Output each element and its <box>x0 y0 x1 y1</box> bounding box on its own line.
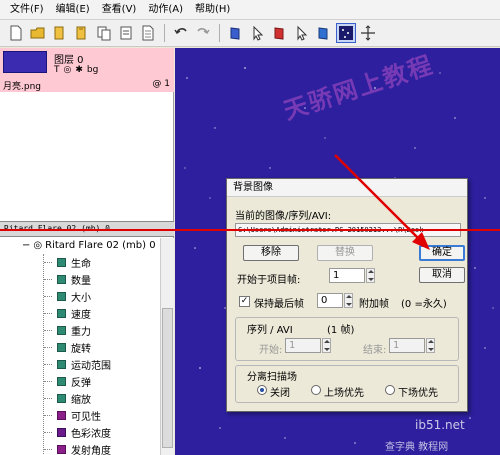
property-icon <box>57 445 66 454</box>
sequence-label: 序列 / AVI <box>247 325 293 336</box>
cancel-button[interactable]: 取消 <box>419 267 465 283</box>
field-separation-label: 分离扫描场 <box>247 372 297 383</box>
property-icon <box>57 326 66 335</box>
annotation-arrow <box>334 154 430 250</box>
tree-item[interactable]: 数量 <box>44 272 91 287</box>
menu-help[interactable]: 帮助(H) <box>189 0 236 20</box>
pointer-icon[interactable] <box>248 23 268 43</box>
tree-item[interactable]: 可见性 <box>44 408 101 423</box>
menu-view[interactable]: 查看(V) <box>96 0 143 20</box>
tree-root-label: Ritard Flare 02 (mb) 0 <box>45 240 156 251</box>
deflector-icon[interactable] <box>292 23 312 43</box>
footer-site-watermark: ib51.net <box>415 418 465 432</box>
toolbar-separator <box>164 24 165 42</box>
tree-scrollbar[interactable] <box>160 238 174 455</box>
radio-off[interactable] <box>257 385 267 395</box>
menu-action[interactable]: 动作(A) <box>142 0 189 20</box>
radio-upper-first[interactable] <box>311 385 321 395</box>
property-icon <box>57 275 66 284</box>
tree-item[interactable]: 缩放 <box>44 391 91 406</box>
tree-item[interactable]: 运动范围 <box>44 357 111 372</box>
property-icon <box>57 309 66 318</box>
emitter-icon[interactable] <box>270 23 290 43</box>
property-icon <box>57 258 66 267</box>
layers-panel: 图层 0 T ◎ ✱ bg 月亮.png @ 1 Ritard Flare 02… <box>0 48 174 455</box>
property-icon <box>57 292 66 301</box>
collapse-icon[interactable]: − <box>22 240 30 251</box>
property-icon <box>57 360 66 369</box>
layer-icon[interactable] <box>226 23 246 43</box>
radio-lower-first[interactable] <box>385 385 395 395</box>
sequence-end-spinner[interactable] <box>426 338 435 353</box>
copy-icon[interactable] <box>94 23 114 43</box>
tree-item[interactable]: 反弹 <box>44 374 91 389</box>
property-icon <box>57 377 66 386</box>
tree-item[interactable]: 色彩浓度 <box>44 425 111 440</box>
tree-item[interactable]: 旋转 <box>44 340 91 355</box>
bg-badge[interactable]: bg <box>87 65 98 75</box>
start-label: 开始: <box>259 345 283 356</box>
menu-file[interactable]: 文件(F) <box>4 0 50 20</box>
menu-bar: 文件(F) 编辑(E) 查看(V) 动作(A) 帮助(H) <box>0 0 500 20</box>
start-frame-input[interactable]: 1 <box>329 268 365 283</box>
property-tree: − ◎ Ritard Flare 02 (mb) 0 生命 数量 大小 速度 重… <box>0 238 160 455</box>
property-icon <box>57 394 66 403</box>
menu-edit[interactable]: 编辑(E) <box>50 0 96 20</box>
open-folder-icon[interactable] <box>28 23 48 43</box>
settings-icon[interactable]: ✱ <box>75 65 83 75</box>
emitter-node-icon: ◎ <box>33 240 43 251</box>
layer-thumbnail <box>3 51 47 73</box>
forever-hint: (0 =永久) <box>401 299 447 310</box>
property-icon <box>57 411 66 420</box>
tree-item[interactable]: 发射角度 <box>44 442 111 455</box>
paste-icon[interactable] <box>116 23 136 43</box>
redo-icon[interactable] <box>193 23 213 43</box>
sequence-frames: (1 帧) <box>327 325 355 336</box>
toolbar-separator <box>219 24 220 42</box>
hold-frames-spinner[interactable] <box>344 293 353 308</box>
toolbar <box>0 20 500 47</box>
footer-brand-watermark: 查字典 教程网 <box>385 442 449 453</box>
layer-icons: T ◎ ✱ bg <box>54 65 98 75</box>
start-frame-spinner[interactable] <box>366 268 375 283</box>
save-icon[interactable] <box>72 23 92 43</box>
new-file-icon[interactable] <box>6 23 26 43</box>
undo-icon[interactable] <box>171 23 191 43</box>
radio-upper-label: 上场优先 <box>324 388 364 399</box>
radio-lower-label: 下场优先 <box>398 388 438 399</box>
tree-item[interactable]: 大小 <box>44 289 91 304</box>
remove-button[interactable]: 移除 <box>243 245 299 261</box>
tree-item[interactable]: 生命 <box>44 255 91 270</box>
path-label: 当前的图像/序列/AVI: <box>235 211 332 222</box>
hold-last-checkbox[interactable]: ✓ <box>239 296 250 307</box>
sequence-end-input[interactable]: 1 <box>389 338 425 353</box>
sequence-start-input[interactable]: 1 <box>285 338 321 353</box>
scrollbar-thumb[interactable] <box>162 308 173 448</box>
text-icon[interactable]: T <box>54 65 60 75</box>
hold-last-label: 保持最后帧 <box>254 299 304 310</box>
target-icon[interactable]: ◎ <box>64 65 72 75</box>
background-image-icon[interactable] <box>336 23 356 43</box>
property-icon <box>57 428 66 437</box>
tree-item[interactable]: 重力 <box>44 323 91 338</box>
hold-frames-input[interactable]: 0 <box>317 293 343 308</box>
tree-root[interactable]: − ◎ Ritard Flare 02 (mb) 0 <box>22 240 156 251</box>
sequence-start-spinner[interactable] <box>322 338 331 353</box>
tree-item[interactable]: 速度 <box>44 306 91 321</box>
radio-off-label: 关闭 <box>270 388 290 399</box>
layer-count: @ 1 <box>152 79 170 89</box>
extra-frames-label: 附加帧 <box>359 299 389 310</box>
move-tool-icon[interactable] <box>358 23 378 43</box>
particle-icon[interactable] <box>314 23 334 43</box>
end-label: 结束: <box>363 345 387 356</box>
start-frame-label: 开始于项目帧: <box>237 275 301 286</box>
layer-filename: 月亮.png <box>3 82 41 92</box>
open-file-icon[interactable] <box>50 23 70 43</box>
property-icon <box>57 343 66 352</box>
page-icon[interactable] <box>138 23 158 43</box>
layer-name: 图层 0 <box>54 55 84 66</box>
layer-row[interactable]: 图层 0 T ◎ ✱ bg 月亮.png @ 1 <box>0 48 174 92</box>
